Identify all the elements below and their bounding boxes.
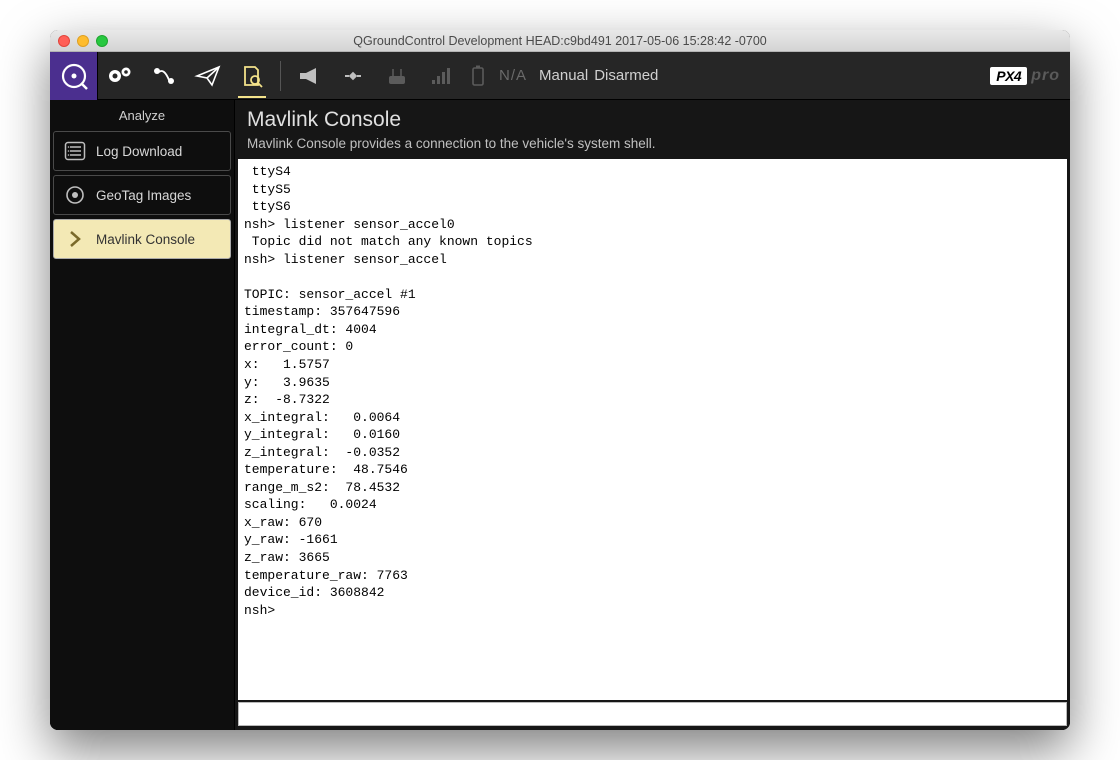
telemetry-button[interactable] (419, 52, 463, 100)
fly-button[interactable] (186, 52, 230, 100)
qgc-logo-icon (60, 62, 88, 90)
battery-na-label: N/A (499, 67, 527, 84)
console-input-wrap (235, 700, 1070, 730)
brand-suffix: pro (1031, 67, 1060, 85)
app-logo[interactable] (50, 52, 98, 100)
gps-button[interactable] (331, 52, 375, 100)
rc-button[interactable] (375, 52, 419, 100)
sidebar-item-geotag-images[interactable]: GeoTag Images (53, 175, 231, 215)
minimize-window-button[interactable] (77, 35, 89, 47)
sidebar-item-label: GeoTag Images (96, 188, 191, 203)
waypoint-icon (150, 64, 178, 88)
sidebar-item-label: Mavlink Console (96, 232, 195, 247)
document-search-icon (240, 64, 264, 88)
main-toolbar: N/A Manual Disarmed PX4 pro (50, 52, 1070, 100)
chevron-right-icon (64, 230, 86, 248)
toolbar-status: N/A Manual Disarmed (499, 67, 658, 84)
console-output[interactable]: ttyS4 ttyS5 ttyS6 nsh> listener sensor_a… (238, 159, 1067, 700)
sidebar-item-log-download[interactable]: Log Download (53, 131, 231, 171)
sidebar-item-mavlink-console[interactable]: Mavlink Console (53, 219, 231, 259)
brand-logo: PX4 pro (990, 67, 1070, 85)
console-input[interactable] (238, 702, 1067, 726)
rc-icon (385, 66, 409, 86)
location-icon (64, 184, 86, 206)
maximize-window-button[interactable] (96, 35, 108, 47)
signal-icon (430, 66, 452, 86)
analyze-button[interactable] (230, 52, 274, 100)
flight-mode-label[interactable]: Manual (539, 67, 588, 84)
gears-icon (105, 64, 135, 88)
messages-button[interactable] (287, 52, 331, 100)
arm-state-label[interactable]: Disarmed (594, 67, 658, 84)
battery-icon (469, 65, 487, 87)
app-body: Analyze Log Download GeoTag Images Mavli… (50, 100, 1070, 730)
settings-button[interactable] (98, 52, 142, 100)
window-controls (58, 35, 108, 47)
list-icon (64, 141, 86, 161)
main-header: Mavlink Console Mavlink Console provides… (235, 100, 1070, 155)
app-window: QGroundControl Development HEAD:c9bd491 … (50, 30, 1070, 730)
sidebar-item-label: Log Download (96, 144, 182, 159)
sidebar: Analyze Log Download GeoTag Images Mavli… (50, 100, 235, 730)
plan-button[interactable] (142, 52, 186, 100)
battery-button[interactable] (463, 52, 493, 100)
satellite-icon (341, 64, 365, 88)
close-window-button[interactable] (58, 35, 70, 47)
paper-plane-icon (194, 64, 222, 88)
megaphone-icon (296, 65, 322, 87)
page-subtitle: Mavlink Console provides a connection to… (247, 136, 1058, 151)
toolbar-separator (280, 61, 281, 91)
main-panel: Mavlink Console Mavlink Console provides… (235, 100, 1070, 730)
window-title: QGroundControl Development HEAD:c9bd491 … (50, 34, 1070, 48)
brand-name: PX4 (990, 67, 1027, 85)
titlebar: QGroundControl Development HEAD:c9bd491 … (50, 30, 1070, 52)
sidebar-title: Analyze (50, 100, 234, 129)
page-title: Mavlink Console (247, 108, 1058, 132)
